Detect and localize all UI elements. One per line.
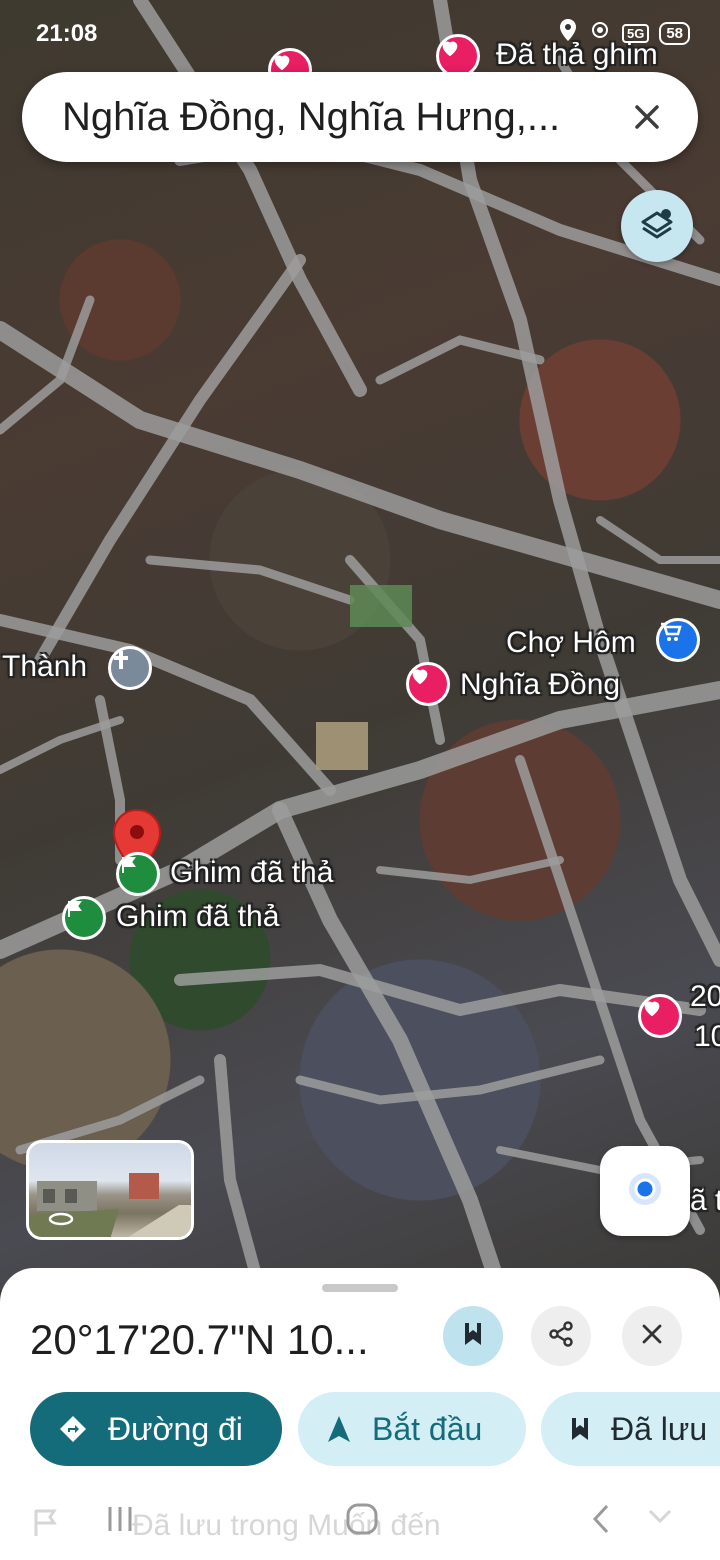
directions-button[interactable]: Đường đi [30, 1392, 282, 1466]
saved-button[interactable]: Đã lưu [541, 1392, 720, 1466]
my-location-dot-icon [623, 1167, 667, 1216]
system-nav-bar[interactable] [0, 1486, 720, 1556]
back-icon[interactable] [587, 1502, 617, 1541]
directions-label: Đường đi [108, 1410, 243, 1447]
map-label-right-edge-2[interactable]: 10 [694, 1020, 720, 1054]
start-button[interactable]: Bắt đầu [298, 1392, 526, 1466]
map-label-dropped-pin-2[interactable]: Ghim đã thả [116, 900, 279, 934]
map-label-right-edge-3[interactable]: ã t [690, 1184, 720, 1218]
favorite-heart-icon[interactable] [406, 662, 450, 706]
close-icon [641, 1323, 663, 1350]
search-bar[interactable]: Nghĩa Đồng, Nghĩa Hưng,... [22, 72, 698, 162]
my-location-button[interactable] [600, 1146, 690, 1236]
map-label-nghia-dong[interactable]: Nghĩa Đồng [460, 668, 620, 702]
coordinates-title: 20°17'20.7"N 10... [30, 1316, 369, 1363]
layers-icon [638, 205, 676, 248]
map-label-right-edge-1[interactable]: 20 [690, 980, 720, 1014]
place-bottom-sheet[interactable]: 20°17'20.7"N 10... Đường đi Bắt đầu Đã l… [0, 1268, 720, 1560]
network-badge: 5G [621, 23, 650, 43]
location-icon [558, 18, 578, 48]
save-bookmark-button[interactable] [443, 1306, 503, 1366]
battery-indicator: 58 [659, 21, 690, 45]
share-button[interactable] [531, 1306, 591, 1366]
search-query[interactable]: Nghĩa Đồng, Nghĩa Hưng,... [62, 95, 602, 140]
hotspot-icon [588, 18, 612, 48]
favorite-heart-icon[interactable] [638, 994, 682, 1038]
map-label-cho-hom[interactable]: Chợ Hôm [506, 626, 636, 660]
map-label-thanh[interactable]: Thành [2, 650, 87, 684]
street-view-360-icon [47, 1209, 75, 1234]
chevron-down-icon[interactable] [646, 1506, 674, 1531]
layers-button[interactable] [621, 190, 693, 262]
recent-apps-icon[interactable] [103, 1502, 137, 1541]
bookmark-icon [462, 1321, 484, 1352]
close-icon[interactable] [624, 94, 670, 140]
navigation-arrow-icon [326, 1414, 352, 1444]
satellite-map[interactable]: Đã thả ghim Thành Chợ Hôm Nghĩa Đồng Ghi… [0, 0, 720, 1290]
saved-label: Đã lưu [611, 1410, 708, 1447]
shopping-cart-icon[interactable] [656, 618, 700, 662]
map-label-dropped-pin-1[interactable]: Ghim đã thả [170, 856, 333, 890]
start-label: Bắt đầu [372, 1410, 483, 1447]
status-icons: 5G 58 [558, 18, 690, 48]
flag-icon[interactable] [116, 852, 160, 896]
home-icon[interactable] [344, 1501, 380, 1542]
bookmark-icon [569, 1416, 591, 1442]
status-time: 21:08 [36, 20, 98, 47]
close-sheet-button[interactable] [622, 1306, 682, 1366]
sheet-drag-handle[interactable] [322, 1284, 398, 1292]
street-view-thumbnail[interactable] [26, 1140, 194, 1240]
directions-icon [58, 1414, 88, 1444]
share-icon [547, 1320, 575, 1353]
church-cross-icon[interactable] [108, 646, 152, 690]
flag-icon[interactable] [62, 896, 106, 940]
